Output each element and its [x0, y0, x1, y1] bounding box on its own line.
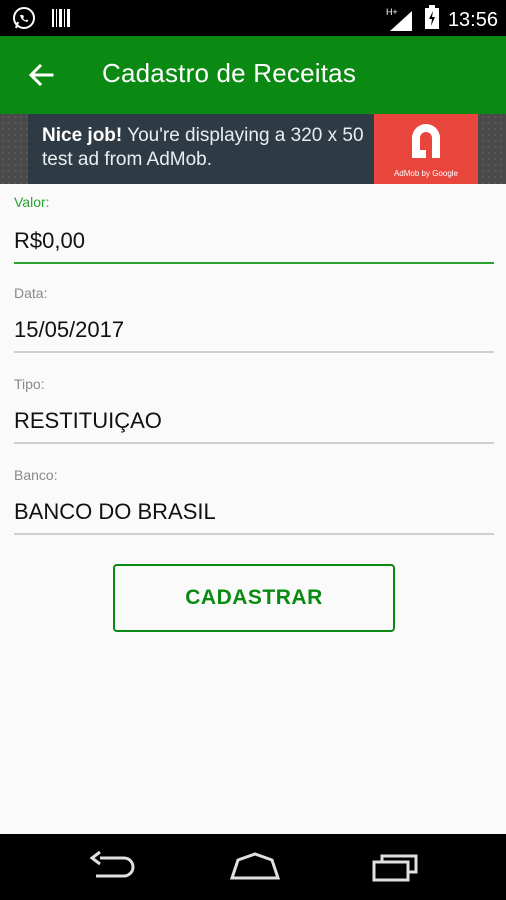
page-title: Cadastro de Receitas [102, 58, 357, 88]
banco-select[interactable]: BANCO DO BRASIL [14, 499, 494, 525]
tipo-underline [14, 442, 494, 444]
valor-label: Valor: [14, 194, 50, 210]
signal-icon: H+ [386, 7, 416, 33]
home-nav-icon[interactable] [228, 850, 282, 889]
admob-logo: AdMob by Google [374, 114, 478, 184]
ad-bold-text: Nice job! [42, 125, 123, 146]
data-input[interactable]: 15/05/2017 [14, 317, 494, 343]
app-bar: Cadastro de Receitas [0, 36, 506, 114]
ad-text: Nice job! You're displaying a 320 x 50 t… [42, 124, 372, 172]
navigation-bar [0, 834, 506, 900]
whatsapp-notification-icon [12, 6, 36, 35]
data-label: Data: [14, 285, 48, 301]
banco-field[interactable]: Banco: BANCO DO BRASIL [14, 467, 494, 535]
clock: 13:56 [447, 8, 498, 31]
data-underline [14, 351, 494, 353]
admob-brand-text: AdMob by Google [393, 169, 459, 178]
admob-icon [412, 124, 440, 158]
tipo-label: Tipo: [14, 376, 45, 392]
barcode-notification-icon [50, 7, 72, 34]
tipo-field[interactable]: Tipo: RESTITUIÇAO [14, 376, 494, 444]
banco-label: Banco: [14, 467, 58, 483]
banco-underline [14, 533, 494, 535]
back-nav-icon[interactable] [88, 850, 138, 889]
recent-apps-nav-icon[interactable] [370, 850, 422, 889]
ad-banner-container: Nice job! You're displaying a 320 x 50 t… [0, 114, 506, 184]
valor-input[interactable]: R$0,00 [14, 228, 494, 254]
status-bar: H+ 13:56 [0, 0, 506, 36]
tipo-select[interactable]: RESTITUIÇAO [14, 408, 494, 434]
ad-banner[interactable]: Nice job! You're displaying a 320 x 50 t… [28, 114, 478, 184]
data-field[interactable]: Data: 15/05/2017 [14, 285, 494, 353]
battery-charging-icon [424, 4, 440, 36]
back-arrow-icon[interactable] [24, 58, 58, 92]
valor-underline [14, 262, 494, 264]
cadastrar-button[interactable]: CADASTRAR [113, 564, 395, 632]
valor-field[interactable]: Valor: R$0,00 [14, 194, 494, 264]
